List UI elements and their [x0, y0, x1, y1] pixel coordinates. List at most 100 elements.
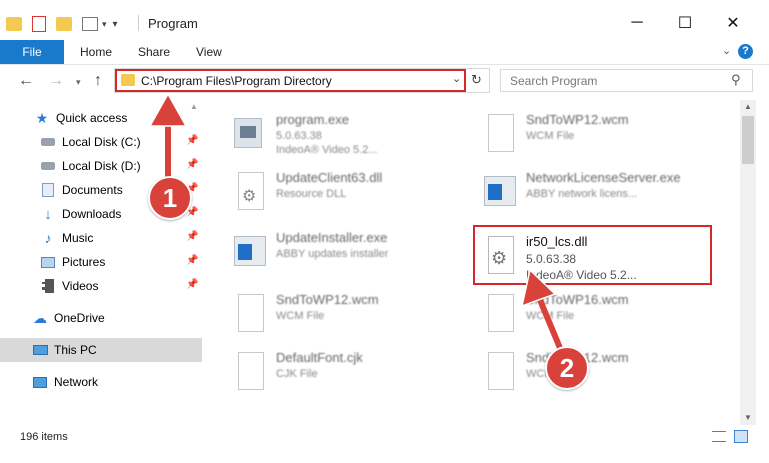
sidebar-item-videos[interactable]: Videos 📌	[0, 274, 202, 298]
sidebar-item-onedrive[interactable]: ☁ OneDrive	[0, 306, 202, 330]
file-item[interactable]: NetworkLicenseServer.exe ABBY network li…	[460, 164, 710, 218]
file-item[interactable]: DefaultFont.cjk CJK File	[210, 344, 460, 398]
generic-file-icon	[230, 350, 266, 392]
file-item[interactable]: UpdateInstaller.exe ABBY updates install…	[210, 224, 460, 278]
vertical-scrollbar[interactable]: ▲ ▼	[740, 100, 756, 425]
pin-icon[interactable]: 📌	[186, 255, 198, 266]
pin-icon[interactable]: 📌	[186, 159, 198, 170]
documents-icon	[40, 182, 56, 198]
sidebar-item-label: Local Disk (C:)	[62, 135, 141, 149]
help-icon[interactable]: ?	[738, 44, 753, 59]
pin-icon[interactable]: 📌	[186, 279, 198, 290]
large-icons-view-icon[interactable]	[734, 430, 748, 443]
file-highlight-box	[473, 225, 712, 285]
pictures-icon	[40, 254, 56, 270]
forward-arrow-icon[interactable]: →	[48, 72, 64, 90]
download-icon: ↓	[44, 205, 52, 223]
tab-home[interactable]: Home	[80, 40, 112, 64]
scroll-up-icon[interactable]: ▲	[744, 102, 752, 111]
sidebar-item-quick-access[interactable]: ★ Quick access	[0, 106, 202, 130]
generic-file-icon	[480, 112, 516, 154]
computer-icon	[32, 342, 48, 358]
sidebar-item-label: Documents	[62, 183, 123, 197]
sidebar-item-label: Pictures	[62, 255, 106, 269]
back-arrow-icon[interactable]: ←	[18, 72, 34, 90]
file-name: UpdateInstaller.exe	[276, 230, 388, 245]
ribbon: File Home Share View ⌄ ?	[0, 40, 769, 65]
generic-file-icon	[480, 292, 516, 334]
sidebar-item-network[interactable]: Network	[0, 370, 202, 394]
view-options-icon[interactable]	[82, 17, 98, 31]
generic-file-icon	[230, 292, 266, 334]
sidebar-item-label: Quick access	[56, 111, 128, 125]
status-bar: 196 items	[0, 427, 769, 447]
file-name: program.exe	[276, 112, 349, 127]
folder-icon[interactable]	[6, 17, 22, 31]
videos-icon	[40, 278, 56, 294]
network-icon	[32, 374, 48, 390]
file-item[interactable]: program.exe 5.0.63.38 IndeoA® Video 5.2.…	[210, 106, 460, 160]
chevron-down-icon[interactable]: ▾	[102, 19, 107, 30]
file-item[interactable]: SndToWP12.wcm WCM File	[460, 106, 710, 160]
maximize-button[interactable]: ☐	[662, 8, 708, 38]
sidebar-item-label: Network	[54, 375, 99, 389]
new-folder-icon[interactable]	[56, 17, 72, 31]
exe-file-icon	[480, 170, 516, 212]
music-icon: ♪	[44, 230, 52, 246]
sidebar-item-label: OneDrive	[54, 311, 105, 325]
tab-file[interactable]: File	[0, 40, 64, 64]
address-path[interactable]: C:\Program Files\Program Directory	[141, 74, 332, 88]
exe-file-icon	[230, 112, 266, 154]
sidebar-item-label: Downloads	[62, 207, 122, 221]
file-name: SndToWP12.wcm	[276, 292, 379, 307]
sidebar-item-label: Music	[62, 231, 94, 245]
file-detail: Resource DLL	[276, 188, 347, 200]
pin-icon[interactable]: 📌	[186, 231, 198, 242]
sidebar-item-label: Videos	[62, 279, 99, 293]
drive-icon	[40, 158, 56, 174]
expand-ribbon-icon[interactable]: ⌄	[722, 44, 731, 57]
file-item[interactable]: ⚙ UpdateClient63.dll Resource DLL	[210, 164, 460, 218]
file-detail: 5.0.63.38	[276, 130, 322, 142]
exe-file-icon	[230, 230, 266, 272]
sidebar-item-local-disk-d[interactable]: Local Disk (D:) 📌	[0, 154, 202, 178]
sidebar-item-pictures[interactable]: Pictures 📌	[0, 250, 202, 274]
file-name: UpdateClient63.dll	[276, 170, 383, 185]
file-detail: WCM File	[526, 310, 575, 322]
tab-share[interactable]: Share	[138, 40, 170, 64]
file-name: NetworkLicenseServer.exe	[526, 170, 681, 185]
customize-toolbar-icon[interactable]: ▾	[113, 19, 118, 30]
details-view-icon[interactable]	[712, 431, 726, 442]
sidebar-item-label: This PC	[54, 343, 97, 357]
title-divider	[138, 15, 139, 31]
callout-step-2: 2	[545, 346, 589, 390]
tab-view[interactable]: View	[196, 40, 222, 64]
window-title: Program	[148, 16, 198, 31]
folder-icon	[121, 74, 135, 86]
up-arrow-icon[interactable]: ↑	[94, 72, 102, 90]
properties-icon[interactable]	[32, 16, 46, 32]
refresh-icon[interactable]: ↻	[471, 72, 482, 88]
sidebar-item-music[interactable]: ♪ Music 📌	[0, 226, 202, 250]
file-detail: ABBY updates installer	[276, 248, 389, 260]
star-icon: ★	[35, 109, 49, 126]
close-button[interactable]: ✕	[710, 8, 756, 38]
callout-step-1: 1	[148, 176, 192, 220]
sidebar-item-local-disk-c[interactable]: Local Disk (C:) 📌	[0, 130, 202, 154]
minimize-button[interactable]: ─	[614, 8, 660, 38]
recent-locations-icon[interactable]: ▾	[76, 77, 81, 88]
file-detail: ABBY network licens...	[526, 188, 638, 200]
search-box[interactable]: Search Program ⚲	[500, 69, 753, 92]
file-name: DefaultFont.cjk	[276, 350, 363, 365]
scroll-down-icon[interactable]: ▼	[744, 413, 752, 422]
chevron-down-icon[interactable]: ⌄	[452, 72, 461, 85]
file-item[interactable]: SndToWP16.wcm WCM File	[460, 286, 710, 340]
generic-file-icon	[480, 350, 516, 392]
address-bar[interactable]: C:\Program Files\Program Directory ⌄ ↻	[114, 68, 490, 93]
sidebar-item-this-pc[interactable]: This PC	[0, 338, 202, 362]
search-input[interactable]: Search Program	[510, 74, 597, 88]
pin-icon[interactable]: 📌	[186, 135, 198, 146]
scrollbar-thumb[interactable]	[742, 116, 754, 164]
quick-access-toolbar: ▾ ▾	[6, 14, 118, 34]
file-item[interactable]: SndToWP12.wcm WCM File	[210, 286, 460, 340]
